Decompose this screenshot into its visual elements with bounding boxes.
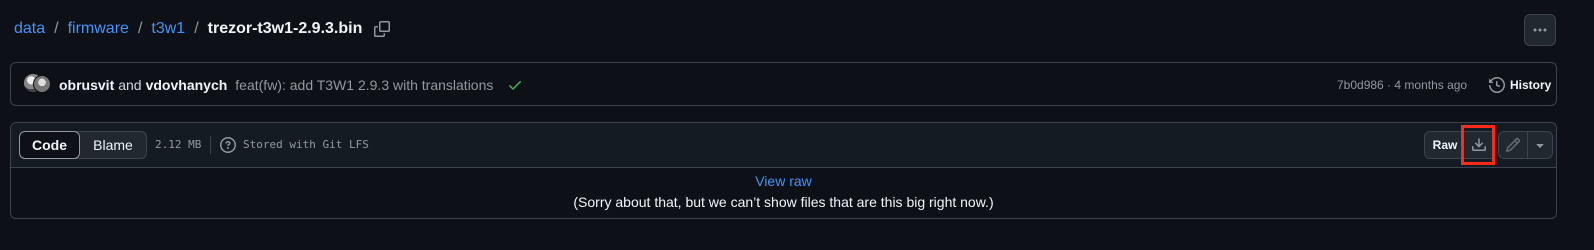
file-header: Code Blame 2.12 MB Stored with Git LFS R… bbox=[11, 123, 1556, 168]
breadcrumb-separator: / bbox=[137, 20, 143, 37]
author-avatars[interactable] bbox=[23, 73, 53, 95]
question-icon[interactable] bbox=[220, 137, 236, 153]
breadcrumb-separator: / bbox=[54, 20, 59, 37]
edit-file-button[interactable] bbox=[1498, 131, 1528, 159]
commit-message[interactable]: feat(fw): add T3W1 2.9.3 with translatio… bbox=[235, 75, 493, 95]
history-button[interactable]: History bbox=[1489, 73, 1551, 97]
breadcrumb-separator: / bbox=[194, 20, 199, 37]
avatar[interactable] bbox=[33, 75, 51, 93]
commit-author-1[interactable]: obrusvit bbox=[59, 75, 114, 95]
breadcrumb-current-file: trezor-t3w1-2.9.3.bin bbox=[207, 20, 363, 37]
download-raw-button[interactable] bbox=[1465, 131, 1493, 159]
divider bbox=[210, 136, 211, 154]
breadcrumb-firmware[interactable]: firmware bbox=[68, 17, 129, 41]
breadcrumb-row: data / firmware / t3w1 / trezor-t3w1-2.9… bbox=[0, 0, 1594, 60]
breadcrumb: data / firmware / t3w1 / trezor-t3w1-2.9… bbox=[14, 17, 394, 41]
file-body: View raw (Sorry about that, but we can’t… bbox=[11, 168, 1556, 218]
breadcrumb-data[interactable]: data bbox=[14, 17, 45, 41]
commit-time: 4 months ago bbox=[1394, 78, 1468, 92]
copy-path-button[interactable] bbox=[370, 17, 394, 41]
raw-button[interactable]: Raw bbox=[1424, 131, 1466, 159]
check-icon[interactable] bbox=[507, 77, 523, 93]
commit-sha[interactable]: 7b0d986 bbox=[1337, 78, 1384, 92]
edit-dropdown-button[interactable] bbox=[1527, 131, 1553, 159]
history-icon bbox=[1489, 77, 1505, 93]
file-too-large-message: (Sorry about that, but we can’t show fil… bbox=[573, 194, 994, 210]
download-icon bbox=[1471, 138, 1486, 151]
pencil-icon bbox=[1505, 137, 1521, 153]
commit-author-2[interactable]: vdovhanych bbox=[146, 75, 228, 95]
file-size: 2.12 MB bbox=[155, 138, 202, 151]
file-viewer: Code Blame 2.12 MB Stored with Git LFS R… bbox=[10, 122, 1557, 219]
copy-icon bbox=[374, 21, 391, 37]
view-mode-toggle: Code Blame bbox=[19, 131, 147, 159]
commit-meta: 7b0d986 · 4 months ago bbox=[1337, 75, 1467, 95]
lfs-status: Stored with Git LFS bbox=[220, 136, 369, 154]
authors-conjunction: and bbox=[118, 77, 142, 93]
commit-summary: obrusvit and vdovhanych feat(fw): add T3… bbox=[59, 75, 523, 95]
tab-blame[interactable]: Blame bbox=[80, 132, 146, 158]
breadcrumb-t3w1[interactable]: t3w1 bbox=[151, 17, 185, 41]
latest-commit-box: obrusvit and vdovhanych feat(fw): add T3… bbox=[10, 62, 1557, 106]
lfs-label: Stored with Git LFS bbox=[243, 138, 369, 151]
meta-separator: · bbox=[1383, 78, 1395, 92]
view-raw-link[interactable]: View raw bbox=[11, 171, 1556, 191]
kebab-horizontal-icon bbox=[1533, 28, 1547, 32]
triangle-down-icon bbox=[1536, 144, 1544, 148]
history-label: History bbox=[1510, 78, 1552, 92]
more-options-button[interactable] bbox=[1524, 14, 1556, 46]
tab-code[interactable]: Code bbox=[19, 131, 80, 159]
